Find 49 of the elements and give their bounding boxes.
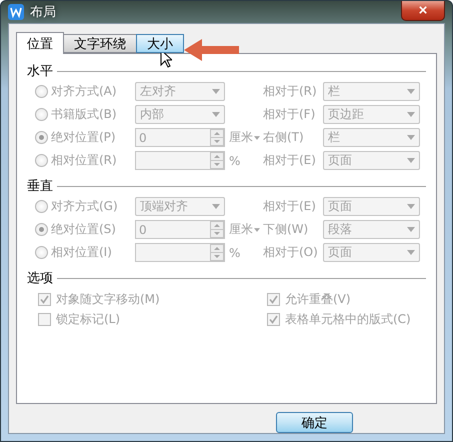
caret-icon [407, 204, 415, 209]
relative-label: 相对于(F) [263, 106, 316, 123]
window-title: 布局 [30, 4, 56, 21]
spinner-icon[interactable] [210, 152, 224, 169]
spinner-icon[interactable] [210, 221, 224, 238]
option-label: 书籍版式(B) [51, 106, 118, 123]
unit-label: % [228, 154, 242, 168]
caret-icon [254, 228, 260, 232]
spinner-icon[interactable] [210, 244, 224, 261]
option-label: 相对位置(I) [51, 244, 113, 261]
ok-button[interactable]: 确定 [276, 412, 353, 433]
unit-label: % [228, 246, 242, 260]
relative-label: 相对于(O) [263, 244, 319, 261]
caret-icon [407, 250, 415, 255]
relative-label: 相对于(E) [263, 152, 317, 169]
number-field[interactable] [135, 243, 225, 262]
relative-label: 右侧(T) [263, 129, 305, 146]
option-label: 绝对位置(P) [51, 129, 117, 146]
relative-label: 相对于(E) [263, 198, 317, 215]
checkbox-label: 允许重叠(V) [285, 291, 351, 308]
spinner-icon[interactable] [210, 129, 224, 146]
caret-icon [407, 158, 415, 163]
option-label: 相对位置(R) [51, 152, 118, 169]
relative-label: 相对于(R) [263, 83, 318, 100]
tab[interactable]: 大小 [136, 34, 184, 53]
caret-icon [407, 135, 415, 140]
relative-label: 下侧(W) [263, 221, 310, 238]
option-label: 绝对位置(S) [51, 221, 117, 238]
tab[interactable]: 文字环绕 [63, 34, 137, 53]
caret-icon [212, 204, 220, 209]
caret-icon [407, 112, 415, 117]
number-field[interactable] [135, 151, 225, 170]
section-title: 垂直 [27, 178, 53, 195]
app-icon [8, 4, 24, 20]
checkbox-label: 锁定标记(L) [56, 311, 120, 328]
caret-icon [407, 89, 415, 94]
section-title: 水平 [27, 63, 53, 80]
arrow-icon [184, 39, 239, 61]
caret-icon [407, 227, 415, 232]
close-button[interactable]: × [401, 1, 445, 21]
caret-icon [254, 136, 260, 140]
checkbox-label: 对象随文字移动(M) [56, 291, 160, 308]
checkbox-label: 表格单元格中的版式(C) [285, 311, 411, 328]
caret-icon [212, 112, 220, 117]
option-label: 对齐方式(G) [51, 198, 119, 215]
caret-icon [212, 89, 220, 94]
option-label: 对齐方式(A) [51, 83, 118, 100]
section-title: 选项 [27, 270, 53, 287]
tab[interactable]: 位置 [16, 32, 64, 54]
